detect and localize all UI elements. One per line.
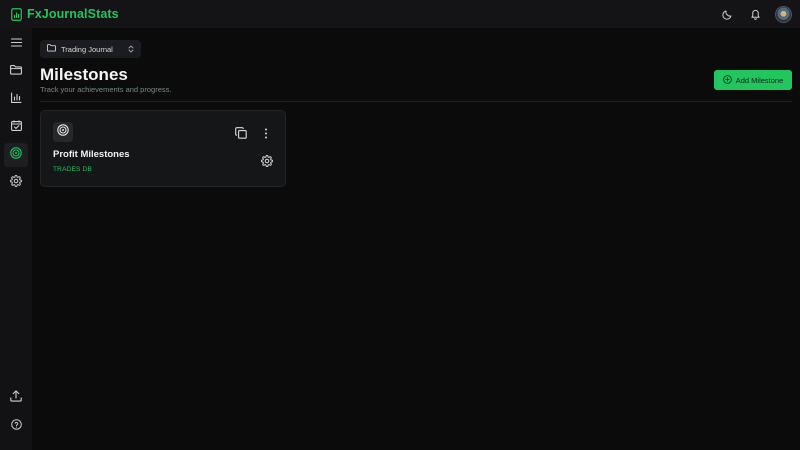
sidebar-item-stats[interactable] <box>4 87 28 111</box>
more-vertical-icon[interactable] <box>260 126 272 140</box>
milestone-card-title: Profit Milestones <box>53 149 130 160</box>
sidebar-item-milestones[interactable] <box>4 143 28 167</box>
top-bar: FxJournalStats <box>0 0 800 28</box>
sidebar-item-upload[interactable] <box>4 386 28 410</box>
help-icon <box>10 417 22 435</box>
menu-icon <box>10 34 22 52</box>
journal-selector-label: Trading Journal <box>61 44 113 54</box>
target-icon <box>57 123 69 141</box>
milestone-card-source: TRADES DB <box>53 166 93 173</box>
sidebar <box>0 28 32 450</box>
milestone-card[interactable]: Profit Milestones TRADES DB <box>40 110 286 187</box>
sidebar-item-calendar[interactable] <box>4 115 28 139</box>
app-name: FxJournalStats <box>27 7 119 21</box>
folder-icon <box>10 62 22 80</box>
sidebar-item-settings[interactable] <box>4 171 28 195</box>
add-milestone-button[interactable]: Add Milestone <box>714 70 792 90</box>
milestone-icon-box <box>53 122 73 142</box>
plus-circle-icon <box>722 74 732 86</box>
sidebar-item-help[interactable] <box>4 414 28 438</box>
bar-chart-icon <box>10 90 22 108</box>
theme-toggle-icon[interactable] <box>719 6 735 22</box>
page-subtitle: Track your achievements and progress. <box>40 85 172 94</box>
upload-icon <box>10 389 22 407</box>
settings-icon <box>10 174 22 192</box>
main-content: Trading Journal Milestones Track your ac… <box>32 28 800 450</box>
divider <box>40 101 792 102</box>
journal-selector[interactable]: Trading Journal <box>40 40 141 58</box>
sidebar-item-journals[interactable] <box>4 59 28 83</box>
avatar[interactable] <box>775 5 792 23</box>
duplicate-icon[interactable] <box>234 126 248 140</box>
app-logo-icon <box>10 7 22 21</box>
folder-open-icon <box>47 44 56 54</box>
add-milestone-label: Add Milestone <box>735 75 784 85</box>
sidebar-item-menu[interactable] <box>4 31 28 55</box>
bell-icon[interactable] <box>747 6 763 22</box>
page-title: Milestones <box>40 65 128 84</box>
brand[interactable]: FxJournalStats <box>10 7 119 21</box>
calendar-check-icon <box>10 118 22 136</box>
gear-icon[interactable] <box>260 154 274 168</box>
chevron-up-down-icon <box>128 45 134 53</box>
target-icon <box>10 146 22 164</box>
